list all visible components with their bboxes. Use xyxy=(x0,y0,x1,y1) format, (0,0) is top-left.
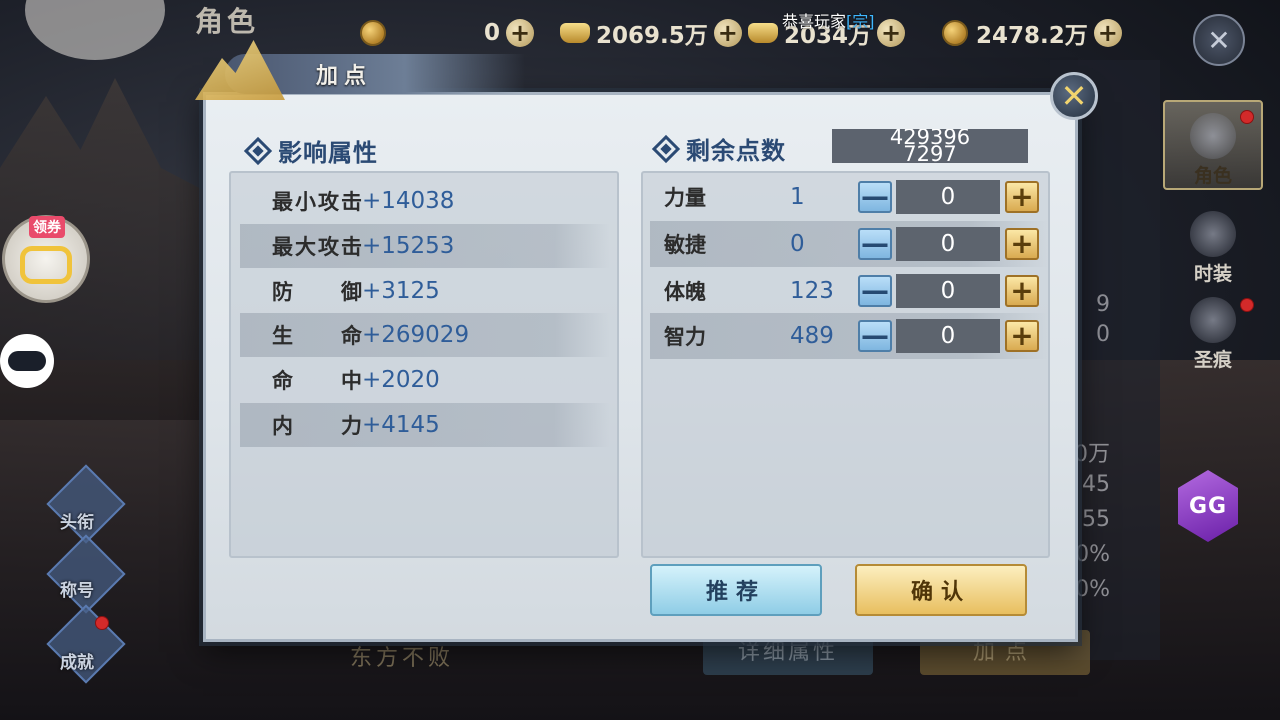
diamond-icon xyxy=(243,136,273,165)
dialog-close-button[interactable]: ✕ xyxy=(1050,72,1098,120)
system-announcement: 恭喜玩家[宗] xyxy=(782,8,875,32)
stat-value: +269029 xyxy=(362,322,470,348)
remaining-points-heading: 剩余点数 xyxy=(651,131,786,166)
stat-value: +4145 xyxy=(362,412,440,438)
currency-4-value: 2478.2万 xyxy=(976,23,1088,49)
strength-minus-button[interactable]: — xyxy=(858,181,892,213)
agility-minus-button[interactable]: — xyxy=(858,228,892,260)
coupon-button[interactable]: 领券 xyxy=(2,215,90,303)
dialog-title: 加点 xyxy=(316,64,373,89)
intelligence-minus-button[interactable]: — xyxy=(858,320,892,352)
affected-attributes-heading: 影响属性 xyxy=(243,133,378,168)
section-title-text: 剩余点数 xyxy=(686,137,786,165)
controller-button[interactable] xyxy=(0,334,54,388)
background-value: 0 xyxy=(1096,322,1110,347)
constitution-plus-button[interactable]: + xyxy=(1005,275,1039,307)
add-currency-3-button[interactable]: + xyxy=(877,19,906,47)
background-value: 45 xyxy=(1082,472,1110,497)
currency-2-value: 2069.5万 xyxy=(596,23,708,49)
notification-dot xyxy=(1240,110,1254,124)
coin-icon xyxy=(360,20,386,46)
silver-ingot-icon xyxy=(748,23,778,43)
stat-row: 最小攻击 +14038 xyxy=(240,179,610,223)
stat-name: 防御 xyxy=(272,280,362,304)
stat-name: 生命 xyxy=(272,324,362,348)
announcement-tag: [宗] xyxy=(846,12,875,31)
background-value: 9 xyxy=(1096,292,1110,317)
currency-1-value: 0 xyxy=(484,20,501,46)
coupon-tag: 领券 xyxy=(29,216,65,238)
strength-add-input[interactable]: 0 xyxy=(896,180,1000,214)
stat-value: +3125 xyxy=(362,278,440,304)
stat-row: 防御 +3125 xyxy=(240,269,610,313)
notification-dot xyxy=(1240,298,1254,312)
recommend-button[interactable]: 推荐 xyxy=(650,564,822,616)
constitution-minus-button[interactable]: — xyxy=(858,275,892,307)
controller-icon xyxy=(8,351,46,371)
agility-plus-button[interactable]: + xyxy=(1005,228,1039,260)
gold-ingot-icon xyxy=(560,23,590,43)
stat-name: 内力 xyxy=(272,414,362,438)
background-value: 0% xyxy=(1075,542,1110,567)
agility-add-input[interactable]: 0 xyxy=(896,227,1000,261)
character-icon xyxy=(1190,113,1236,159)
strength-plus-button[interactable]: + xyxy=(1005,181,1039,213)
fashion-icon xyxy=(1190,211,1236,257)
stat-name: 命中 xyxy=(272,369,362,393)
character-name: 东方不败 xyxy=(350,646,455,671)
currency-1: 0 + xyxy=(360,18,535,48)
add-currency-4-button[interactable]: + xyxy=(1093,19,1122,47)
background-title: 角色 xyxy=(195,5,260,38)
achievement-menu-label: 成就 xyxy=(60,653,94,673)
copper-coin-icon xyxy=(942,20,968,46)
moon xyxy=(25,0,165,60)
background-value: 0万 xyxy=(1074,442,1110,467)
close-window-icon[interactable]: ✕ xyxy=(1193,14,1245,66)
side-tab-label: 角色 xyxy=(1193,165,1232,187)
background-value: 0% xyxy=(1075,577,1110,602)
intelligence-add-input[interactable]: 0 xyxy=(896,319,1000,353)
notification-dot xyxy=(95,616,109,630)
currency-4: 2478.2万 + xyxy=(942,18,1122,49)
title-menu-label: 头衔 xyxy=(60,513,94,533)
stigmata-icon xyxy=(1190,297,1236,343)
attribute-name: 智力 xyxy=(664,325,706,349)
stat-row: 内力 +4145 xyxy=(240,403,610,447)
intelligence-plus-button[interactable]: + xyxy=(1005,320,1039,352)
attribute-name: 体魄 xyxy=(664,280,706,304)
stat-name: 最小攻击 xyxy=(272,190,362,214)
gamepad-icon xyxy=(20,246,72,284)
side-tab-label: 圣痕 xyxy=(1193,349,1232,371)
stat-row: 命中 +2020 xyxy=(240,358,610,402)
currency-2: 2069.5万 + xyxy=(560,18,742,49)
stat-row: 最大攻击 +15253 xyxy=(240,224,610,268)
diamond-icon xyxy=(651,134,681,163)
remaining-points-value: 429396 7297 xyxy=(832,129,1028,163)
add-currency-1-button[interactable]: + xyxy=(506,19,535,47)
stat-value: +15253 xyxy=(362,233,455,259)
honor-menu-label: 称号 xyxy=(60,581,94,601)
stat-name: 最大攻击 xyxy=(272,235,362,259)
stat-value: +2020 xyxy=(362,367,440,393)
currency-bar: 0 + 2069.5万 + 2034万 + 2478.2万 + xyxy=(360,10,1130,54)
section-title-text: 影响属性 xyxy=(278,139,378,167)
attribute-name: 敏捷 xyxy=(664,233,706,257)
stat-value: +14038 xyxy=(362,188,455,214)
attribute-name: 力量 xyxy=(664,186,706,210)
announcement-text: 恭喜玩家 xyxy=(782,12,847,31)
add-currency-2-button[interactable]: + xyxy=(713,19,742,47)
confirm-button[interactable]: 确认 xyxy=(855,564,1027,616)
stat-row: 生命 +269029 xyxy=(240,313,610,357)
side-tab-fashion[interactable]: 时装 xyxy=(1163,196,1263,286)
side-tab-stigmata[interactable]: 圣痕 xyxy=(1163,282,1263,372)
background-value: 55 xyxy=(1082,507,1110,532)
constitution-add-input[interactable]: 0 xyxy=(896,274,1000,308)
